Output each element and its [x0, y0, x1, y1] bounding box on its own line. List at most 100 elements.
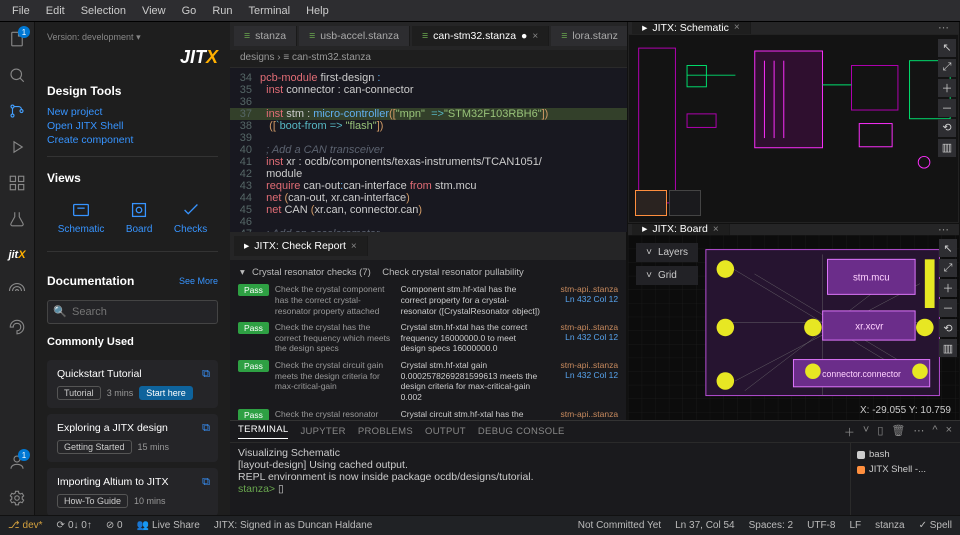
- check-row[interactable]: PassCheck the crystal component has the …: [236, 281, 620, 319]
- fit-tool-icon[interactable]: ⤢: [939, 259, 957, 277]
- check-location[interactable]: stm-api..stanzaLn 432 Col 12: [548, 322, 618, 342]
- maximize-icon[interactable]: ^: [932, 424, 937, 440]
- terminal-tab[interactable]: PROBLEMS: [358, 426, 413, 437]
- external-link-icon[interactable]: ⧉: [202, 476, 210, 489]
- terminal-output[interactable]: Visualizing Schematic[layout-design] Usi…: [230, 443, 850, 515]
- board-tab[interactable]: ▸ JITX: Board ×: [632, 223, 730, 235]
- terminal-tab[interactable]: OUTPUT: [425, 426, 466, 437]
- editor-tab[interactable]: ≡can-stm32.stanza ● ×: [412, 26, 549, 46]
- see-more-link[interactable]: See More: [179, 276, 218, 286]
- schematic-thumb[interactable]: [635, 190, 667, 216]
- git-sync[interactable]: ⟳ 0↓ 0↑: [57, 520, 92, 531]
- extensions-icon[interactable]: [6, 172, 28, 194]
- check-row[interactable]: PassCheck the crystal has the correct fr…: [236, 319, 620, 357]
- menu-file[interactable]: File: [6, 3, 36, 19]
- doc-card[interactable]: Importing Altium to JITXHow-To Guide10 m…: [47, 468, 218, 515]
- code-line[interactable]: 39: [230, 132, 627, 144]
- design-tool-link[interactable]: Create component: [47, 134, 218, 146]
- cursor-tool-icon[interactable]: ↖: [939, 239, 957, 257]
- board-view[interactable]: stm.mcu xr.xcvr connector.connector: [628, 235, 959, 420]
- doc-search-input[interactable]: [47, 300, 218, 324]
- external-link-icon[interactable]: ⧉: [202, 368, 210, 381]
- editor-tab[interactable]: ≡lora.stanz: [551, 26, 627, 46]
- editor-tab[interactable]: ≡stanza: [234, 26, 297, 46]
- terminal-tab[interactable]: TERMINAL: [238, 424, 288, 439]
- close-icon[interactable]: ×: [946, 424, 952, 440]
- schematic-thumb[interactable]: [669, 190, 701, 216]
- doc-card[interactable]: Quickstart TutorialTutorial3 minsStart h…: [47, 360, 218, 408]
- check-location[interactable]: stm-api..stanzaLn 432 Col 12: [548, 360, 618, 380]
- doc-card[interactable]: Exploring a JITX designGetting Started15…: [47, 414, 218, 462]
- code-line[interactable]: 43 require can-out:can-interface from st…: [230, 180, 627, 192]
- layers-toggle[interactable]: ˅ Layers: [636, 243, 698, 262]
- live-share[interactable]: 👥 Live Share: [137, 520, 200, 531]
- code-line[interactable]: 45 net CAN (xr.can, connector.can): [230, 204, 627, 216]
- reset-icon[interactable]: ⟲: [939, 319, 957, 337]
- misc-icon[interactable]: [6, 316, 28, 338]
- check-location[interactable]: stm-api..stanzaLn 432 Col 12: [548, 284, 618, 304]
- debug-icon[interactable]: [6, 136, 28, 158]
- status-item[interactable]: LF: [849, 520, 861, 531]
- project-version[interactable]: Version: development ▾: [47, 32, 218, 43]
- code-line[interactable]: 42 module: [230, 168, 627, 180]
- terminal-tab[interactable]: DEBUG CONSOLE: [478, 426, 565, 437]
- reset-icon[interactable]: ⟲: [938, 119, 956, 137]
- check-row[interactable]: PassCheck the crystal circuit gain meets…: [236, 357, 620, 406]
- terminal-tab[interactable]: JUPYTER: [300, 426, 345, 437]
- code-line[interactable]: 34pcb-module first-design :: [230, 72, 627, 84]
- code-line[interactable]: 44 net (can-out, xr.can-interface): [230, 192, 627, 204]
- schematic-view[interactable]: ↖ ⤢ ＋ － ⟲ ▥: [628, 34, 959, 223]
- menu-terminal[interactable]: Terminal: [243, 3, 297, 19]
- more-icon[interactable]: ⋯: [913, 424, 924, 440]
- code-editor[interactable]: 34pcb-module first-design :35 inst conne…: [230, 68, 627, 232]
- menu-edit[interactable]: Edit: [40, 3, 71, 19]
- external-link-icon[interactable]: ⧉: [202, 422, 210, 435]
- remote-icon[interactable]: [6, 280, 28, 302]
- source-control-icon[interactable]: [6, 100, 28, 122]
- jitx-icon[interactable]: jitX: [6, 244, 28, 266]
- layers-icon[interactable]: ▥: [939, 339, 957, 357]
- code-line[interactable]: 35 inst connector : can-connector: [230, 84, 627, 96]
- cursor-tool-icon[interactable]: ↖: [938, 39, 956, 57]
- editor-tab[interactable]: ≡usb-accel.stanza: [299, 26, 410, 46]
- search-icon[interactable]: [6, 64, 28, 86]
- fit-tool-icon[interactable]: ⤢: [938, 59, 956, 77]
- split-icon[interactable]: ▯: [877, 424, 883, 440]
- files-icon[interactable]: 1: [6, 28, 28, 50]
- chevron-down-icon[interactable]: ˅: [863, 424, 869, 440]
- zoom-in-icon[interactable]: ＋: [938, 79, 956, 97]
- more-icon[interactable]: ⋯: [932, 223, 955, 235]
- check-location[interactable]: stm-api..stanzaLn 432 Col 12: [548, 409, 618, 420]
- problems-status[interactable]: ⊘ 0: [106, 520, 123, 531]
- menu-go[interactable]: Go: [176, 3, 203, 19]
- view-schematic[interactable]: Schematic: [58, 199, 105, 235]
- add-terminal-icon[interactable]: ＋: [844, 424, 855, 440]
- code-line[interactable]: 46: [230, 216, 627, 228]
- schematic-tab[interactable]: ▸ JITX: Schematic ×: [632, 22, 751, 34]
- layers-icon[interactable]: ▥: [938, 139, 956, 157]
- status-item[interactable]: stanza: [875, 520, 904, 531]
- check-report-tab[interactable]: ▸ JITX: Check Report ×: [234, 236, 368, 256]
- menu-view[interactable]: View: [136, 3, 172, 19]
- git-branch[interactable]: ⎇ dev*: [8, 520, 43, 531]
- code-line[interactable]: 41 inst xr : ocdb/components/texas-instr…: [230, 156, 627, 168]
- code-line[interactable]: 36: [230, 96, 627, 108]
- terminal-instance[interactable]: JITX Shell -...: [857, 462, 954, 477]
- close-icon[interactable]: ×: [532, 31, 538, 42]
- test-icon[interactable]: [6, 208, 28, 230]
- settings-icon[interactable]: [6, 487, 28, 509]
- account-icon[interactable]: 1: [6, 451, 28, 473]
- grid-toggle[interactable]: ˅ Grid: [636, 266, 698, 285]
- menu-help[interactable]: Help: [300, 3, 335, 19]
- zoom-out-icon[interactable]: －: [938, 99, 956, 117]
- view-checks[interactable]: Checks: [174, 199, 207, 235]
- view-board[interactable]: Board: [126, 199, 153, 235]
- design-tool-link[interactable]: New project: [47, 106, 218, 118]
- menu-selection[interactable]: Selection: [75, 3, 132, 19]
- menu-run[interactable]: Run: [206, 3, 238, 19]
- status-item[interactable]: UTF-8: [807, 520, 835, 531]
- status-item[interactable]: Ln 37, Col 54: [675, 520, 735, 531]
- signin-status[interactable]: JITX: Signed in as Duncan Haldane: [214, 520, 372, 531]
- code-line[interactable]: 40 ; Add a CAN transceiver: [230, 144, 627, 156]
- zoom-in-icon[interactable]: ＋: [939, 279, 957, 297]
